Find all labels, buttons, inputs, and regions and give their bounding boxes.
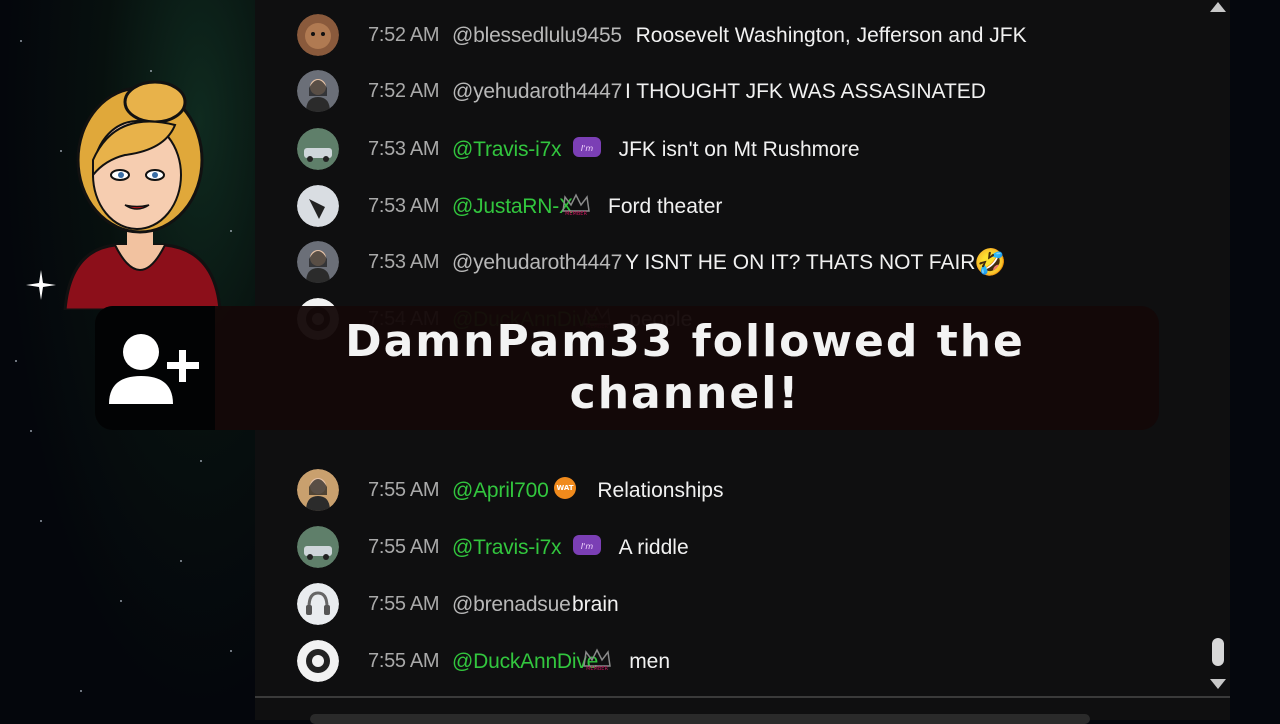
chat-message[interactable]: 7:55 AM @Travis-i7x I'm A riddle: [255, 526, 1195, 570]
dog-avatar[interactable]: [297, 14, 339, 56]
crown-badge: MEMBER: [560, 191, 592, 217]
svg-text:I'm: I'm: [580, 542, 593, 551]
message-username[interactable]: @blessedlulu9455: [452, 24, 622, 48]
follow-alert-text: DamnPam33 followed the channel!: [345, 316, 1025, 419]
message-text: men: [629, 650, 671, 673]
message-text: Roosevelt Washington, Jefferson and JFK: [635, 24, 1027, 47]
message-username[interactable]: @brenadsue: [452, 593, 571, 617]
svg-text:MEMBER: MEMBER: [565, 211, 587, 217]
message-username[interactable]: @DuckAnnDive: [452, 650, 598, 674]
car-avatar[interactable]: [297, 526, 339, 568]
message-text: Relationships: [597, 479, 724, 502]
message-username[interactable]: @yehudaroth4447: [452, 80, 622, 104]
right-margin: [1230, 0, 1280, 720]
chat-message[interactable]: 7:53 AM @JustaRN-X MEMBER Ford theater: [255, 185, 1195, 229]
chat-message[interactable]: 7:53 AM @yehudaroth4447 Y ISNT HE ON IT? T…: [255, 241, 1195, 285]
woman-avatar[interactable]: [297, 70, 339, 112]
message-username[interactable]: @Travis-i7x: [452, 536, 562, 560]
message-timestamp: 7:55 AM: [368, 593, 440, 615]
svg-text:WAT: WAT: [557, 484, 574, 492]
message-text: JFK isn't on Mt Rushmore: [618, 138, 860, 161]
message-username[interactable]: @yehudaroth4447: [452, 251, 622, 275]
chat-message[interactable]: 7:53 AM @Travis-i7x I'm JFK isn't on Mt Rus…: [255, 128, 1195, 172]
message-timestamp: 7:55 AM: [368, 650, 440, 672]
headphones-avatar[interactable]: [297, 583, 339, 625]
message-timestamp: 7:53 AM: [368, 251, 440, 273]
message-text: Ford theater: [608, 195, 723, 218]
chat-input-field[interactable]: [310, 714, 1090, 724]
scrollbar-thumb[interactable]: [1212, 638, 1224, 666]
message-text: I THOUGHT JFK WAS ASSASINATED: [625, 80, 986, 103]
wat-badge: WAT: [549, 475, 581, 501]
message-text: A riddle: [618, 536, 689, 559]
logo-avatar[interactable]: [297, 640, 339, 682]
message-username[interactable]: @JustaRN-X: [452, 195, 573, 219]
message-timestamp: 7:53 AM: [368, 138, 440, 160]
chat-message[interactable]: 7:55 AM @DuckAnnDive MEMBER men: [255, 640, 1195, 684]
follow-alert: DamnPam33 followed the channel!: [95, 306, 1159, 430]
message-timestamp: 7:55 AM: [368, 536, 440, 558]
message-username[interactable]: @April700: [452, 479, 549, 503]
chat-message[interactable]: 7:55 AM @brenadsue brain: [255, 583, 1195, 627]
member-badge: I'm: [571, 532, 603, 558]
message-text: brain: [572, 593, 619, 616]
laughing-emoji-icon: 🤣: [974, 247, 1007, 277]
message-text: Y ISNT HE ON IT? THATS NOT FAIR: [625, 251, 976, 274]
woman-avatar[interactable]: [297, 241, 339, 283]
chat-message[interactable]: 7:52 AM @blessedlulu9455 Roosevelt Washing…: [255, 14, 1195, 58]
message-timestamp: 7:52 AM: [368, 80, 440, 102]
scroll-up-arrow-icon[interactable]: [1210, 0, 1226, 14]
chat-message[interactable]: 7:55 AM @April700 WAT Relationships: [255, 469, 1195, 513]
svg-text:MEMBER: MEMBER: [586, 666, 608, 672]
sparkle-icon: [26, 270, 56, 300]
message-timestamp: 7:53 AM: [368, 195, 440, 217]
bird-avatar[interactable]: [297, 185, 339, 227]
scroll-down-arrow-icon[interactable]: [1210, 677, 1226, 691]
woman2-avatar[interactable]: [297, 469, 339, 511]
car-avatar[interactable]: [297, 128, 339, 170]
message-timestamp: 7:52 AM: [368, 24, 440, 46]
crown-badge: MEMBER: [581, 646, 613, 672]
chat-message[interactable]: 7:52 AM @yehudaroth4447 I THOUGHT JFK WAS …: [255, 70, 1195, 114]
streamer-avatar-illustration: [55, 80, 225, 312]
member-badge: I'm: [571, 134, 603, 160]
message-username[interactable]: @Travis-i7x: [452, 138, 562, 162]
message-timestamp: 7:55 AM: [368, 479, 440, 501]
user-plus-icon: [109, 334, 199, 404]
svg-text:I'm: I'm: [580, 144, 593, 153]
alert-icon-box: [95, 306, 215, 430]
chat-divider: [255, 696, 1230, 698]
